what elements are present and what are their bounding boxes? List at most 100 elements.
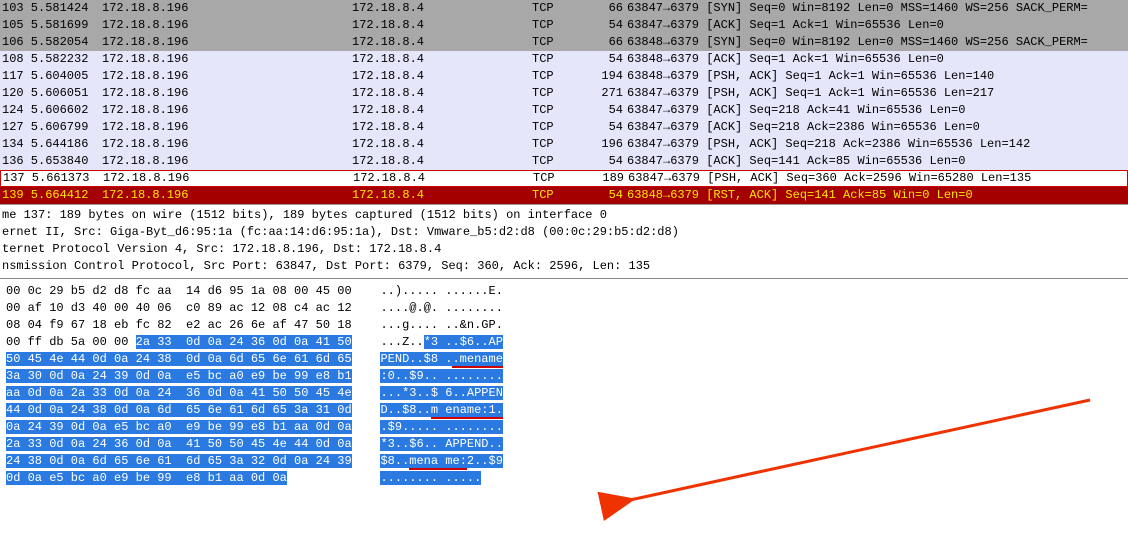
hex-bytes-selected: aa 0d 0a 2a 33 0d 0a 24 36 0d 0a 41 50 5… [6,386,352,400]
packet-row[interactable]: 120 5.606051172.18.8.196172.18.8.4TCP271… [0,85,1128,102]
packet-row[interactable]: 124 5.606602172.18.8.196172.18.8.4TCP546… [0,102,1128,119]
col-destination: 172.18.8.4 [352,68,532,85]
col-destination: 172.18.8.4 [352,119,532,136]
hex-row[interactable]: 50 45 4e 44 0d 0a 24 38 0d 0a 6d 65 6e 6… [6,351,1122,368]
hex-ascii-selected: *3 ..$6..AP [424,335,503,349]
col-source: 172.18.8.196 [102,34,352,51]
hex-bytes-selected: 44 0d 0a 24 38 0d 0a 6d 65 6e 61 6d 65 3… [6,403,352,417]
hex-ascii-selected: :0..$9.. ........ [380,369,502,383]
col-destination: 172.18.8.4 [352,187,532,204]
packet-list[interactable]: 103 5.581424172.18.8.196172.18.8.4TCP666… [0,0,1128,204]
col-source: 172.18.8.196 [102,85,352,102]
packet-row[interactable]: 134 5.644186172.18.8.196172.18.8.4TCP196… [0,136,1128,153]
col-no-time: 108 5.582232 [2,51,102,68]
packet-row[interactable]: 105 5.581699172.18.8.196172.18.8.4TCP546… [0,17,1128,34]
col-length: 54 [587,153,627,170]
hex-row[interactable]: 24 38 0d 0a 6d 65 6e 61 6d 65 3a 32 0d 0… [6,453,1122,470]
col-length: 54 [587,187,627,204]
packet-details-pane[interactable]: me 137: 189 bytes on wire (1512 bits), 1… [0,204,1128,278]
col-source: 172.18.8.196 [102,153,352,170]
hex-bytes-plain: 08 04 f9 67 18 eb fc 82 e2 ac 26 6e af 4… [6,318,352,332]
col-source: 172.18.8.196 [102,51,352,68]
hex-row[interactable]: 00 0c 29 b5 d2 d8 fc aa 14 d6 95 1a 08 0… [6,283,1122,300]
packet-row[interactable]: 103 5.581424172.18.8.196172.18.8.4TCP666… [0,0,1128,17]
hex-row[interactable]: 3a 30 0d 0a 24 39 0d 0a e5 bc a0 e9 be 9… [6,368,1122,385]
col-protocol: TCP [532,34,587,51]
detail-ip[interactable]: ternet Protocol Version 4, Src: 172.18.8… [2,241,1126,258]
hex-ascii-selected: $8..mena me:2..$9 [380,454,502,468]
hex-ascii-plain: ..)..... ......E. [380,284,502,298]
col-no-time: 124 5.606602 [2,102,102,119]
col-protocol: TCP [532,85,587,102]
col-info: 63848→6379 [SYN] Seq=0 Win=8192 Len=0 MS… [627,34,1128,51]
col-protocol: TCP [532,102,587,119]
col-protocol: TCP [532,51,587,68]
col-no-time: 137 5.661373 [3,171,103,186]
hex-bytes-selected: 0a 24 39 0d 0a e5 bc a0 e9 be 99 e8 b1 a… [6,420,352,434]
hex-row[interactable]: 08 04 f9 67 18 eb fc 82 e2 ac 26 6e af 4… [6,317,1122,334]
col-protocol: TCP [532,153,587,170]
hex-ascii-selected: ........ ..... [380,471,481,485]
hex-row[interactable]: 0d 0a e5 bc a0 e9 be 99 e8 b1 aa 0d 0a .… [6,470,1122,487]
col-protocol: TCP [532,17,587,34]
col-no-time: 120 5.606051 [2,85,102,102]
col-no-time: 103 5.581424 [2,0,102,17]
highlight-underline: m ename:1. [431,403,503,419]
hex-row[interactable]: 00 ff db 5a 00 00 2a 33 0d 0a 24 36 0d 0… [6,334,1122,351]
col-destination: 172.18.8.4 [352,85,532,102]
hex-row[interactable]: aa 0d 0a 2a 33 0d 0a 24 36 0d 0a 41 50 5… [6,385,1122,402]
detail-tcp[interactable]: nsmission Control Protocol, Src Port: 63… [2,258,1126,275]
col-source: 172.18.8.196 [102,136,352,153]
hex-bytes-selected: 2a 33 0d 0a 24 36 0d 0a 41 50 [136,335,352,349]
packet-row[interactable]: 117 5.604005172.18.8.196172.18.8.4TCP194… [0,68,1128,85]
hex-ascii-selected: .$9..... ........ [380,420,502,434]
col-source: 172.18.8.196 [102,17,352,34]
col-no-time: 106 5.582054 [2,34,102,51]
highlight-underline: mena me: [409,454,467,470]
col-info: 63847→6379 [ACK] Seq=218 Ack=2386 Win=65… [627,119,1128,136]
col-source: 172.18.8.196 [102,119,352,136]
detail-ethernet[interactable]: ernet II, Src: Giga-Byt_d6:95:1a (fc:aa:… [2,224,1126,241]
detail-frame[interactable]: me 137: 189 bytes on wire (1512 bits), 1… [2,207,1126,224]
col-destination: 172.18.8.4 [352,0,532,17]
packet-row[interactable]: 108 5.582232172.18.8.196172.18.8.4TCP546… [0,51,1128,68]
packet-row[interactable]: 139 5.664412172.18.8.196172.18.8.4TCP546… [0,187,1128,204]
col-destination: 172.18.8.4 [352,51,532,68]
col-protocol: TCP [532,136,587,153]
hex-row[interactable]: 44 0d 0a 24 38 0d 0a 6d 65 6e 61 6d 65 3… [6,402,1122,419]
packet-row[interactable]: 127 5.606799172.18.8.196172.18.8.4TCP546… [0,119,1128,136]
col-no-time: 134 5.644186 [2,136,102,153]
col-length: 189 [588,171,628,186]
col-destination: 172.18.8.4 [352,153,532,170]
col-length: 54 [587,51,627,68]
col-info: 63847→6379 [PSH, ACK] Seq=360 Ack=2596 W… [628,171,1127,186]
col-length: 66 [587,34,627,51]
packet-row[interactable]: 106 5.582054172.18.8.196172.18.8.4TCP666… [0,34,1128,51]
hex-dump-pane[interactable]: 00 0c 29 b5 d2 d8 fc aa 14 d6 95 1a 08 0… [0,278,1128,491]
col-destination: 172.18.8.4 [352,136,532,153]
hex-row[interactable]: 00 af 10 d3 40 00 40 06 c0 89 ac 12 08 c… [6,300,1122,317]
col-destination: 172.18.8.4 [353,171,533,186]
hex-bytes-selected: 0d 0a e5 bc a0 e9 be 99 e8 b1 aa 0d 0a [6,471,287,485]
packet-row[interactable]: 136 5.653840172.18.8.196172.18.8.4TCP546… [0,153,1128,170]
col-source: 172.18.8.196 [102,102,352,119]
hex-ascii-plain: ....@.@. ........ [380,301,502,315]
packet-row[interactable]: 137 5.661373172.18.8.196172.18.8.4TCP189… [0,170,1128,187]
col-length: 54 [587,17,627,34]
col-length: 54 [587,102,627,119]
col-info: 63847→6379 [PSH, ACK] Seq=218 Ack=2386 W… [627,136,1128,153]
col-protocol: TCP [532,68,587,85]
col-protocol: TCP [532,0,587,17]
hex-ascii-plain: ...g.... ..&n.GP. [380,318,502,332]
hex-bytes-selected: 2a 33 0d 0a 24 36 0d 0a 41 50 50 45 4e 4… [6,437,352,451]
col-protocol: TCP [532,119,587,136]
hex-bytes-plain: 00 af 10 d3 40 00 40 06 c0 89 ac 12 08 c… [6,301,352,315]
hex-row[interactable]: 0a 24 39 0d 0a e5 bc a0 e9 be 99 e8 b1 a… [6,419,1122,436]
col-no-time: 127 5.606799 [2,119,102,136]
hex-ascii-plain: ...Z.. [380,335,423,349]
highlight-underline: .mename [452,352,502,368]
col-info: 63847→6379 [SYN] Seq=0 Win=8192 Len=0 MS… [627,0,1128,17]
hex-row[interactable]: 2a 33 0d 0a 24 36 0d 0a 41 50 50 45 4e 4… [6,436,1122,453]
hex-bytes-plain: 00 0c 29 b5 d2 d8 fc aa 14 d6 95 1a 08 0… [6,284,352,298]
col-source: 172.18.8.196 [102,0,352,17]
